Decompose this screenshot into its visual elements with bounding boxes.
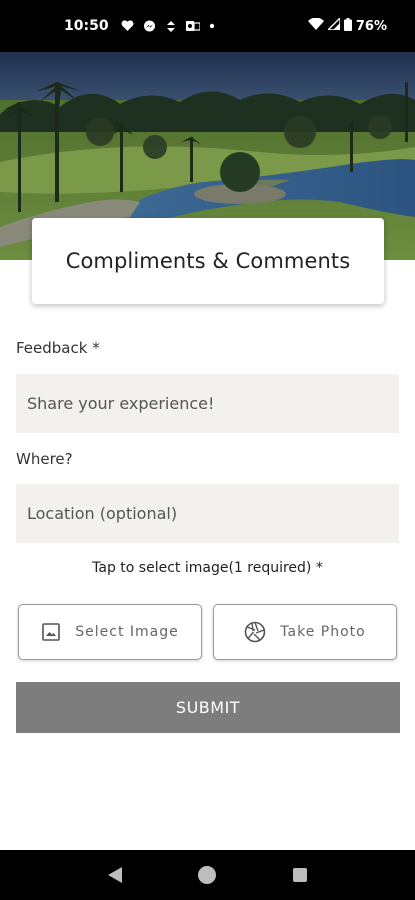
status-bar: 10:50 76% [0,0,415,52]
select-image-label: Select Image [75,624,179,640]
dot-icon [209,23,215,29]
camera-shutter-icon [244,621,266,643]
status-time: 10:50 [64,18,109,34]
sync-icon [165,20,177,33]
take-photo-label: Take Photo [280,624,366,640]
messenger-icon [143,20,156,33]
location-input[interactable] [16,484,399,543]
signal-icon [326,16,341,34]
wifi-icon [307,17,324,34]
image-icon [41,622,61,642]
system-nav-bar [0,850,415,900]
where-label: Where? [16,450,73,468]
status-right: 76% [307,16,387,35]
submit-button[interactable]: SUBMIT [16,682,400,733]
notification-icons [121,20,215,33]
outlook-icon [185,20,200,32]
feedback-label: Feedback * [16,339,100,357]
battery-icon [343,17,352,35]
page-title-card: Compliments & Comments [32,218,384,304]
page-title: Compliments & Comments [65,249,351,273]
back-icon[interactable] [107,866,123,884]
take-photo-button[interactable]: Take Photo [213,604,397,660]
heart-icon [121,20,134,32]
recents-icon[interactable] [292,867,308,883]
home-icon[interactable] [197,865,217,885]
feedback-input[interactable] [16,374,399,433]
battery-percent: 76% [355,18,387,34]
image-requirement-note: Tap to select image(1 required) * [92,560,323,576]
select-image-button[interactable]: Select Image [18,604,202,660]
